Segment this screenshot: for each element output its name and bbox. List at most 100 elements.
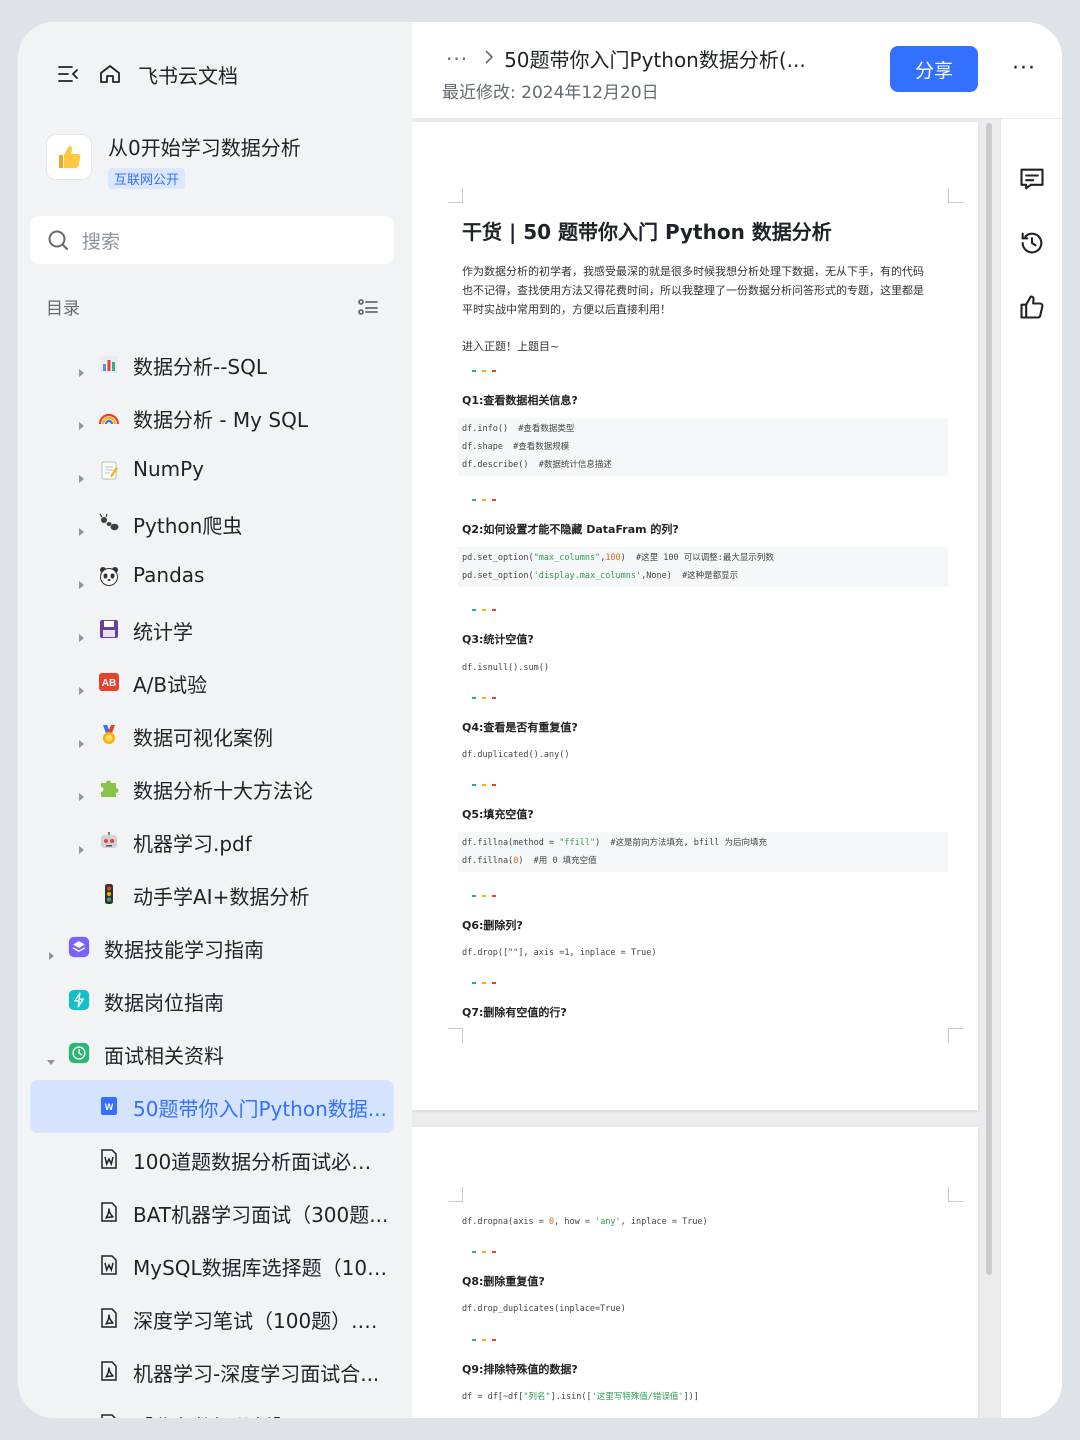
sidebar-item[interactable]: 100道题数据分析面试必问...: [30, 1133, 394, 1186]
share-button[interactable]: 分享: [890, 46, 978, 92]
intro-line: 平时实战中常用到的，方便以后直接利用！: [462, 303, 671, 316]
sidebar-item[interactable]: 深度学习笔试（100题）.m...: [30, 1292, 394, 1345]
app-brand[interactable]: 飞书云文档: [138, 60, 238, 89]
sidebar-item[interactable]: 面试相关资料: [30, 1027, 394, 1080]
question-q9: Q9:排除特殊值的数据?: [462, 1363, 578, 1376]
sidebar-item[interactable]: 数据岗位指南: [30, 974, 394, 1027]
crop-mark: [448, 1028, 463, 1043]
sidebar-item-label: 数据分析--SQL: [133, 355, 268, 379]
history-icon[interactable]: [1018, 229, 1046, 257]
sidebar-item[interactable]: 机器学习-深度学习面试合...: [30, 1345, 394, 1398]
sidebar-item[interactable]: 数据分析--SQL: [30, 338, 394, 391]
question-q3: Q3:统计空值?: [462, 633, 534, 646]
caret-right-icon[interactable]: [76, 571, 86, 589]
document-viewer[interactable]: 干货 | 50 题带你入门 Python 数据分析 作为数据分析的初学者，我感受…: [412, 119, 1000, 1418]
toc-header: 目录: [46, 294, 380, 319]
sidebar-item[interactable]: W 50题带你入门Python数据...: [30, 1080, 394, 1133]
toc-label: 目录: [46, 299, 80, 319]
caret-right-icon[interactable]: [76, 677, 86, 695]
sidebar-item[interactable]: 数据可视化案例: [30, 709, 394, 762]
sidebar-item[interactable]: 统计学: [30, 603, 394, 656]
caret-right-icon[interactable]: [76, 730, 86, 748]
sidebar-item-label: 动手学AI+数据分析: [133, 885, 310, 909]
code-text: , how =: [554, 1217, 596, 1227]
sidebar-item[interactable]: 机器学习.pdf: [30, 815, 394, 868]
sidebar-item-label: 100道题数据分析面试必问...: [133, 1150, 389, 1174]
outline-list-icon[interactable]: [356, 295, 380, 319]
sidebar-item[interactable]: Pandas: [30, 550, 394, 603]
code-line: df.info() #查看数据类型: [462, 424, 575, 434]
pdf-file-icon: [98, 1360, 120, 1382]
sidebar-item-label: 统计学: [133, 620, 193, 644]
lead-text: 进入正题！上题目~: [462, 340, 560, 353]
caret-down-icon[interactable]: [46, 1048, 56, 1065]
code-block-q4: df.duplicated().any(): [462, 750, 570, 760]
sidebar-item-label: A/B试验: [133, 673, 208, 697]
sidebar-item-label: 数据可视化案例: [133, 726, 273, 750]
intro-line: 也不记得，查找使用方法又得花费时间，所以我整理了一份数据分析问答形式的专题，这里…: [462, 284, 924, 297]
code-line: df.shape #查看数据规模: [462, 442, 570, 452]
sidebar-item[interactable]: NumPy: [30, 444, 394, 497]
doc-title-breadcrumb[interactable]: 50题带你入门Python数据分析(...: [504, 44, 806, 73]
chevron-right-icon: [484, 48, 494, 69]
sidebar-item[interactable]: 动手学AI+数据分析: [30, 868, 394, 921]
search-icon: [48, 230, 68, 250]
code-text: df = df[~df[: [462, 1392, 524, 1402]
code-string: 'display.max_columns': [533, 571, 642, 581]
question-q4: Q4:查看是否有重复值?: [462, 721, 578, 734]
sidebar-item[interactable]: AB A/B试验: [30, 656, 394, 709]
clock-icon: [68, 1042, 90, 1064]
puzzle-icon: [98, 777, 120, 799]
caret-right-icon[interactable]: [76, 359, 86, 377]
home-icon[interactable]: [96, 60, 124, 88]
code-text: df.dropna(axis =: [462, 1217, 549, 1227]
code-text: ])]: [683, 1392, 699, 1402]
sidebar-item[interactable]: 【业务数据分析】——面试...: [30, 1398, 394, 1418]
more-menu-button[interactable]: ···: [1008, 50, 1040, 86]
code-block-q2: pd.set_option("max_columns",100) #这里 100…: [458, 547, 948, 587]
sidebar-item[interactable]: 数据技能学习指南: [30, 921, 394, 974]
caret-right-icon[interactable]: [76, 783, 86, 801]
code-block-q7: df.dropna(axis = 0, how = 'any', inplace…: [458, 1211, 948, 1233]
caret-right-icon[interactable]: [76, 836, 86, 854]
caret-right-icon[interactable]: [76, 518, 86, 536]
sidebar-item[interactable]: 数据分析 - My SQL: [30, 391, 394, 444]
right-toolbar: [1000, 119, 1062, 1418]
code-text: pd.set_option(: [462, 553, 534, 563]
question-q6: Q6:删除列?: [462, 919, 523, 932]
code-block-q5: df.fillna(method = "ffill") #这是前向方法填充, b…: [458, 832, 948, 872]
vertical-scrollbar[interactable]: [986, 123, 992, 1275]
floppy-disk-icon: [98, 618, 120, 640]
sidebar-item[interactable]: 数据分析十大方法论: [30, 762, 394, 815]
question-q2: Q2:如何设置才能不隐藏 DataFram 的列?: [462, 523, 679, 536]
code-text: ) #这里 100 可以调整:最大显示列数: [620, 553, 774, 563]
search-box[interactable]: 搜索: [30, 216, 394, 264]
code-text: df.fillna(method =: [462, 838, 560, 848]
sidebar-item-label: 数据技能学习指南: [104, 938, 264, 962]
divider-dots: [472, 370, 496, 372]
caret-right-icon[interactable]: [76, 412, 86, 430]
divider-dots: [472, 1339, 496, 1341]
sidebar-item-label: 数据分析十大方法论: [133, 779, 313, 803]
workspace-header[interactable]: 从0开始学习数据分析 互联网公开: [46, 134, 301, 189]
file-icon: [98, 1413, 120, 1418]
caret-right-icon[interactable]: [76, 624, 86, 642]
collapse-sidebar-icon[interactable]: [54, 60, 82, 88]
public-badge: 互联网公开: [108, 168, 186, 189]
code-block-q6: df.drop([""], axis =1, inplace = True): [462, 948, 657, 958]
sidebar-item[interactable]: MySQL数据库选择题（103...: [30, 1239, 394, 1292]
divider-dots: [472, 697, 496, 699]
caret-right-icon[interactable]: [76, 465, 86, 483]
svg-text:W: W: [105, 1102, 114, 1112]
like-icon[interactable]: [1018, 293, 1046, 321]
divider-dots: [472, 982, 496, 984]
code-text: pd.set_option(: [462, 571, 534, 581]
caret-right-icon[interactable]: [46, 942, 56, 960]
sidebar-item[interactable]: Python爬虫: [30, 497, 394, 550]
main-panel: ··· 50题带你入门Python数据分析(... 最近修改: 2024年12月…: [412, 22, 1062, 1418]
crop-mark: [948, 1187, 963, 1202]
comment-icon[interactable]: [1018, 165, 1046, 193]
sidebar-item[interactable]: BAT机器学习面试（300题...: [30, 1186, 394, 1239]
breadcrumb-more-button[interactable]: ···: [446, 47, 468, 71]
code-block-q3: df.isnull().sum(): [462, 663, 549, 673]
